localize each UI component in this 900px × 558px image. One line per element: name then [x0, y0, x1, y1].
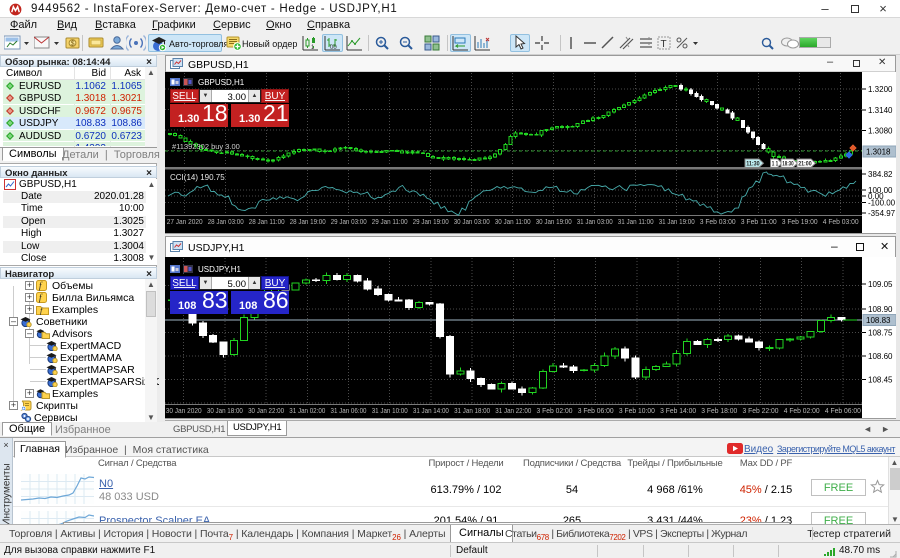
svg-text:31 Jan 18:00: 31 Jan 18:00 [454, 406, 490, 415]
svg-text:1.3200: 1.3200 [868, 85, 893, 94]
svg-text:384.82: 384.82 [868, 170, 893, 179]
svg-text:27 Jan 2020: 27 Jan 2020 [167, 217, 203, 226]
svg-text:4 Feb 06:00: 4 Feb 06:00 [825, 406, 861, 415]
svg-text:31 Jan 06:00: 31 Jan 06:00 [331, 406, 367, 415]
svg-text:30 Jan 22:00: 30 Jan 22:00 [248, 406, 284, 415]
svg-text:#11392302 buy 3.00: #11392302 buy 3.00 [172, 142, 240, 151]
svg-text:1 1: 1 1 [772, 161, 779, 168]
svg-text:108.60: 108.60 [868, 352, 893, 361]
svg-text:3 Feb 19:00: 3 Feb 19:00 [782, 217, 818, 226]
svg-text:T: T [661, 39, 667, 50]
svg-text:31 Jan 11:00: 31 Jan 11:00 [618, 217, 654, 226]
svg-text:29 Jan 11:00: 29 Jan 11:00 [372, 217, 408, 226]
svg-text:108.45: 108.45 [868, 376, 893, 385]
svg-text:18:30: 18:30 [782, 161, 794, 168]
svg-text:29 Jan 03:00: 29 Jan 03:00 [331, 217, 367, 226]
svg-text:31 Jan 10:00: 31 Jan 10:00 [372, 406, 408, 415]
svg-text:108.83: 108.83 [866, 316, 891, 325]
svg-text:3 Feb 03:00: 3 Feb 03:00 [700, 217, 736, 226]
svg-text:3 Feb 14:00: 3 Feb 14:00 [660, 406, 696, 415]
svg-text:-354.97: -354.97 [868, 209, 896, 218]
svg-text:3 Feb 10:00: 3 Feb 10:00 [619, 406, 655, 415]
svg-text:30 Jan 03:00: 30 Jan 03:00 [454, 217, 490, 226]
svg-text:3 Feb 02:00: 3 Feb 02:00 [537, 406, 573, 415]
svg-text:28 Jan 19:00: 28 Jan 19:00 [290, 217, 326, 226]
svg-text:21:00: 21:00 [798, 161, 812, 168]
svg-text:30 Jan 18:00: 30 Jan 18:00 [207, 406, 243, 415]
svg-text:1.3018: 1.3018 [866, 148, 891, 157]
svg-text:31 Jan 22:00: 31 Jan 22:00 [495, 406, 531, 415]
svg-text:30 Jan 2020: 30 Jan 2020 [166, 406, 202, 415]
svg-text:30 Jan 19:00: 30 Jan 19:00 [536, 217, 572, 226]
svg-text:1.3080: 1.3080 [868, 127, 893, 136]
svg-text:1.3140: 1.3140 [868, 106, 893, 115]
svg-text:-100.00: -100.00 [868, 199, 896, 208]
svg-text:3 Feb 06:00: 3 Feb 06:00 [578, 406, 614, 415]
svg-text:30 Jan 11:00: 30 Jan 11:00 [495, 217, 531, 226]
svg-text:3 Feb 18:00: 3 Feb 18:00 [701, 406, 737, 415]
svg-text:31 Jan 19:00: 31 Jan 19:00 [659, 217, 695, 226]
svg-text:$: $ [71, 41, 75, 48]
svg-text:4 Feb 03:00: 4 Feb 03:00 [823, 217, 859, 226]
svg-text:00: 00 [330, 45, 337, 51]
svg-text:3 Feb 11:00: 3 Feb 11:00 [741, 217, 777, 226]
svg-text:28 Jan 03:00: 28 Jan 03:00 [208, 217, 244, 226]
svg-text:CCI(14) 190.75: CCI(14) 190.75 [170, 173, 225, 182]
svg-text:11:30: 11:30 [746, 161, 760, 168]
svg-text:3 Feb 22:00: 3 Feb 22:00 [743, 406, 779, 415]
svg-text:28 Jan 11:00: 28 Jan 11:00 [249, 217, 285, 226]
svg-text:31 Jan 03:00: 31 Jan 03:00 [577, 217, 613, 226]
svg-text:108.75: 108.75 [868, 329, 893, 338]
svg-text:31 Jan 02:00: 31 Jan 02:00 [289, 406, 325, 415]
svg-text:31 Jan 14:00: 31 Jan 14:00 [413, 406, 449, 415]
svg-text:108.90: 108.90 [868, 305, 893, 314]
svg-text:109.05: 109.05 [868, 280, 893, 289]
svg-text:4 Feb 02:00: 4 Feb 02:00 [784, 406, 820, 415]
svg-text:29 Jan 19:00: 29 Jan 19:00 [413, 217, 449, 226]
